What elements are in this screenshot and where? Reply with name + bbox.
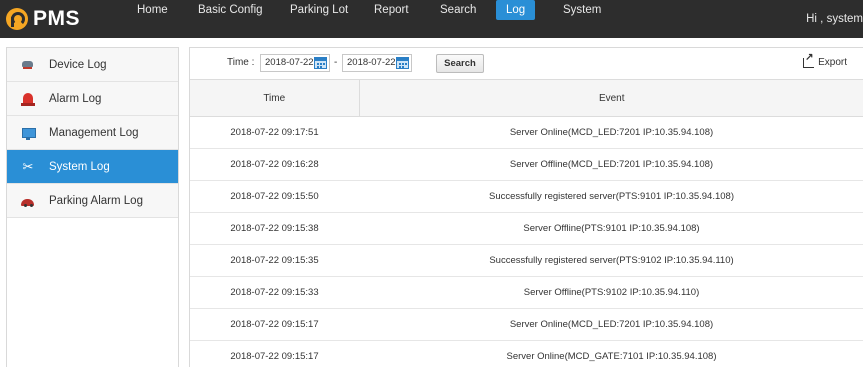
alarm-icon [21,92,35,106]
filter-toolbar: Time : 2018-07-22 - 2018-07-22 Search Ex… [190,48,863,79]
table-row[interactable]: 2018-07-22 09:16:28 Server Offline(MCD_L… [190,148,863,181]
log-sidebar: Device Log Alarm Log Management Log ✂ Sy… [6,47,179,367]
cell-event: Server Online(MCD_LED:7201 IP:10.35.94.1… [359,116,863,149]
cell-time: 2018-07-22 09:16:28 [190,148,359,181]
date-separator: - [334,57,338,68]
cell-time: 2018-07-22 09:15:35 [190,244,359,277]
sidebar-item-label: Alarm Log [49,92,102,105]
sidebar-item-system-log[interactable]: ✂ System Log [7,150,178,184]
sidebar-item-management-log[interactable]: Management Log [7,116,178,150]
export-button[interactable]: Export [803,52,847,68]
table-row[interactable]: 2018-07-22 09:15:50 Successfully registe… [190,180,863,213]
cell-time: 2018-07-22 09:17:51 [190,116,359,149]
column-header-event[interactable]: Event [359,79,863,117]
sidebar-item-alarm-log[interactable]: Alarm Log [7,82,178,116]
date-from-value: 2018-07-22 [265,57,314,68]
sidebar-item-label: System Log [49,160,110,173]
table-row[interactable]: 2018-07-22 09:15:38 Server Offline(PTS:9… [190,212,863,245]
cell-time: 2018-07-22 09:15:38 [190,212,359,245]
time-label: Time : [227,57,255,68]
cell-time: 2018-07-22 09:15:17 [190,340,359,367]
column-header-time[interactable]: Time [190,79,360,117]
nav-search[interactable]: Search [440,0,476,20]
user-greeting[interactable]: Hi , system [806,9,863,29]
date-to-value: 2018-07-22 [347,57,396,68]
calendar-icon[interactable] [396,57,409,69]
sidebar-item-parking-alarm-log[interactable]: Parking Alarm Log [7,184,178,218]
cell-event: Server Online(MCD_GATE:7101 IP:10.35.94.… [359,340,863,367]
cell-event: Server Online(MCD_LED:7201 IP:10.35.94.1… [359,308,863,341]
top-nav-bar: PMS Home Basic Config Parking Lot Report… [0,0,863,38]
table-row[interactable]: 2018-07-22 09:17:51 Server Online(MCD_LE… [190,116,863,149]
date-to-field[interactable]: 2018-07-22 [342,54,412,72]
table-row[interactable]: 2018-07-22 09:15:17 Server Online(MCD_LE… [190,308,863,341]
export-icon [803,52,815,68]
nav-home[interactable]: Home [137,0,168,20]
log-content-panel: Time : 2018-07-22 - 2018-07-22 Search Ex… [189,47,863,367]
management-icon [21,126,36,140]
sidebar-item-device-log[interactable]: Device Log [7,48,178,82]
date-from-field[interactable]: 2018-07-22 [260,54,330,72]
calendar-icon[interactable] [314,57,327,69]
table-header-row: Time Event [190,79,863,117]
parking-alarm-icon [21,194,35,208]
cell-time: 2018-07-22 09:15:33 [190,276,359,309]
table-row[interactable]: 2018-07-22 09:15:33 Server Offline(PTS:9… [190,276,863,309]
cell-event: Server Offline(PTS:9101 IP:10.35.94.108) [359,212,863,245]
cell-event: Successfully registered server(PTS:9102 … [359,244,863,277]
nav-basic-config[interactable]: Basic Config [198,0,263,20]
nav-system[interactable]: System [563,0,601,20]
device-icon [21,58,35,72]
cell-time: 2018-07-22 09:15:17 [190,308,359,341]
nav-parking-lot[interactable]: Parking Lot [290,0,348,20]
sidebar-item-label: Device Log [49,58,107,71]
tools-icon: ✂ [22,158,34,174]
table-row[interactable]: 2018-07-22 09:15:17 Server Online(MCD_GA… [190,340,863,367]
cell-event: Successfully registered server(PTS:9101 … [359,180,863,213]
cell-time: 2018-07-22 09:15:50 [190,180,359,213]
nav-report[interactable]: Report [374,0,409,20]
export-label: Export [818,57,847,68]
cell-event: Server Offline(MCD_LED:7201 IP:10.35.94.… [359,148,863,181]
sidebar-item-label: Management Log [49,126,139,139]
sidebar-item-label: Parking Alarm Log [49,194,143,207]
table-row[interactable]: 2018-07-22 09:15:35 Successfully registe… [190,244,863,277]
search-button[interactable]: Search [436,54,484,73]
nav-log[interactable]: Log [496,0,536,20]
app-name: PMS [33,7,81,30]
system-log-table: Time Event 2018-07-22 09:17:51 Server On… [190,79,863,367]
app-logo[interactable]: PMS [6,6,80,32]
cell-event: Server Offline(PTS:9102 IP:10.35.94.110) [359,276,863,309]
pms-logo-icon [6,8,28,30]
